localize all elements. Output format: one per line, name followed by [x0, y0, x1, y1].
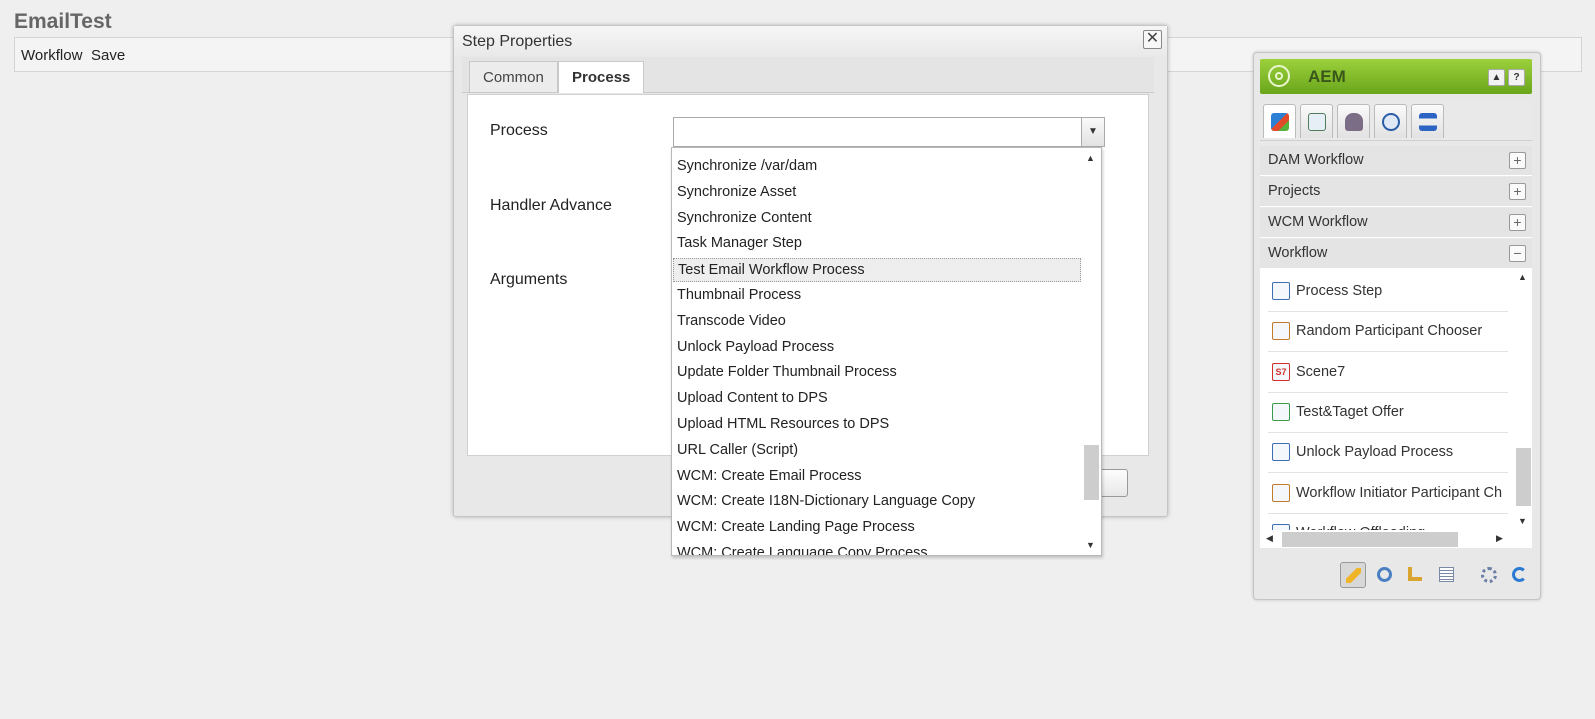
process-label: Process	[490, 122, 548, 139]
dropdown-option[interactable]: Update Folder Thumbnail Process	[673, 361, 1081, 385]
save-button[interactable]: Save	[91, 47, 125, 64]
expand-icon[interactable]: +	[1509, 214, 1526, 231]
dropdown-option[interactable]: WCM: Create Email Process	[673, 465, 1081, 489]
dropdown-option[interactable]: Upload Content to DPS	[673, 387, 1081, 411]
sidekick-tabbar	[1260, 100, 1532, 141]
dropdown-option[interactable]: Unlock Payload Process	[673, 336, 1081, 360]
vertical-scroll-thumb[interactable]	[1516, 448, 1531, 506]
component-item[interactable]: S7 Scene7	[1268, 353, 1508, 393]
dialog-title: Step Properties	[462, 33, 573, 50]
dropdown-option[interactable]: Upload HTML Resources to DPS	[673, 413, 1081, 437]
ruler-icon[interactable]	[1403, 562, 1429, 588]
dropdown-option[interactable]: Thumbnail Process	[673, 284, 1081, 308]
tab-process[interactable]: Process	[558, 61, 645, 93]
close-icon[interactable]: ✕	[1143, 30, 1162, 49]
tab-common[interactable]: Common	[469, 61, 558, 92]
component-item[interactable]: Test&Taget Offer	[1268, 393, 1508, 433]
page-title: EmailTest	[14, 10, 112, 33]
arguments-label: Arguments	[490, 271, 568, 288]
dropdown-option[interactable]: Synchronize Asset	[673, 181, 1081, 205]
process-dropdown-list: Synchronize /var/dam Synchronize Asset Syn…	[671, 147, 1102, 556]
dialog-header[interactable]: Step Properties ✕	[454, 26, 1167, 56]
workflow-icon	[1419, 113, 1437, 131]
dropdown-option[interactable]: URL Caller (Script)	[673, 439, 1081, 463]
component-vertical-scrollbar[interactable]: ▲ ▼	[1514, 268, 1532, 530]
aem-logo-icon	[1268, 65, 1290, 87]
page-tab[interactable]	[1300, 104, 1333, 138]
scroll-down-icon[interactable]: ▼	[1086, 540, 1095, 550]
participant-icon	[1272, 483, 1290, 502]
collapse-icon[interactable]: −	[1509, 245, 1526, 262]
scroll-left-icon[interactable]: ◀	[1266, 533, 1273, 544]
workflow-tab[interactable]	[1411, 104, 1444, 138]
properties-icon[interactable]	[1434, 562, 1460, 588]
dropdown-option[interactable]: Synchronize Content	[673, 207, 1081, 231]
dropdown-option[interactable]: Task Manager Step	[673, 232, 1081, 256]
component-label: Process Step	[1296, 283, 1383, 299]
sidekick-header[interactable]: AEM ▲ ?	[1260, 59, 1532, 94]
collapse-icon[interactable]: ▲	[1488, 69, 1505, 86]
category-label: Projects	[1268, 183, 1321, 199]
dropdown-option[interactable]: WCM: Create Language Copy Process	[673, 542, 1081, 555]
settings-gears-icon[interactable]	[1476, 562, 1502, 588]
workflow-menu[interactable]: Workflow	[21, 47, 82, 64]
component-horizontal-scrollbar[interactable]: ◀ ▶	[1260, 530, 1514, 548]
refresh-icon[interactable]	[1507, 562, 1533, 588]
scroll-down-icon[interactable]: ▼	[1518, 516, 1527, 526]
scene7-icon: S7	[1272, 362, 1290, 381]
component-label: Random Participant Chooser	[1296, 323, 1483, 340]
chevron-down-icon[interactable]: ▼	[1081, 118, 1104, 146]
category-label: Workflow	[1268, 245, 1328, 261]
versioning-tab[interactable]	[1374, 104, 1407, 138]
category-wcm-workflow[interactable]: WCM Workflow +	[1260, 208, 1532, 238]
search-magnifier-icon[interactable]	[1372, 562, 1398, 588]
component-list: Process Step Random Participant Chooser S7…	[1260, 268, 1532, 548]
dropdown-option[interactable]: Test Email Workflow Process	[673, 258, 1081, 283]
scroll-right-icon[interactable]: ▶	[1496, 533, 1503, 544]
aem-sidekick: AEM ▲ ? DAM Workflow + Projects + WCM Wo…	[1253, 52, 1541, 600]
dropdown-option[interactable]: Transcode Video	[673, 310, 1081, 334]
expand-icon[interactable]: +	[1509, 152, 1526, 169]
components-tab[interactable]	[1263, 104, 1296, 138]
process-step-icon	[1272, 282, 1290, 300]
lock-tab[interactable]	[1337, 104, 1370, 138]
expand-icon[interactable]: +	[1509, 183, 1526, 200]
lock-icon	[1345, 113, 1363, 131]
dropdown-scroll-thumb[interactable]	[1084, 445, 1099, 500]
target-offer-icon	[1272, 402, 1290, 421]
process-combobox[interactable]: ▼	[673, 117, 1105, 147]
component-item[interactable]: Unlock Payload Process	[1268, 433, 1508, 474]
category-dam-workflow[interactable]: DAM Workflow +	[1260, 146, 1532, 176]
component-item[interactable]: Random Participant Chooser	[1268, 312, 1508, 353]
horizontal-scroll-thumb[interactable]	[1282, 532, 1458, 547]
category-label: WCM Workflow	[1268, 214, 1368, 230]
edit-pencil-icon[interactable]	[1340, 562, 1366, 588]
dropdown-option[interactable]: WCM: Create I18N-Dictionary Language Cop…	[673, 490, 1081, 514]
dialog-tabbar: Common Process	[462, 57, 1154, 93]
component-item[interactable]: Workflow Initiator Participant Ch	[1268, 474, 1508, 514]
page-icon	[1308, 113, 1326, 131]
handler-advance-label: Handler Advance	[490, 197, 612, 214]
component-label: Test&Taget Offer	[1296, 403, 1404, 420]
category-projects[interactable]: Projects +	[1260, 177, 1532, 207]
component-label: Workflow Initiator Participant Ch	[1296, 484, 1503, 501]
category-workflow[interactable]: Workflow −	[1260, 239, 1532, 269]
versioning-icon	[1382, 113, 1400, 131]
category-label: DAM Workflow	[1268, 152, 1364, 168]
sidekick-bottom-toolbar	[1260, 558, 1532, 593]
help-icon[interactable]: ?	[1508, 69, 1525, 86]
components-icon	[1271, 113, 1289, 131]
component-label: Unlock Payload Process	[1296, 444, 1454, 461]
dropdown-option[interactable]: Synchronize /var/dam	[673, 155, 1081, 179]
dropdown-option[interactable]: WCM: Create Landing Page Process	[673, 516, 1081, 540]
scroll-up-icon[interactable]: ▲	[1086, 153, 1095, 163]
component-item[interactable]: Process Step	[1268, 272, 1508, 312]
sidekick-title: AEM	[1308, 67, 1346, 86]
scroll-up-icon[interactable]: ▲	[1518, 272, 1527, 282]
process-step-icon	[1272, 443, 1290, 462]
dropdown-scrollbar[interactable]: ▲ ▼	[1081, 148, 1101, 555]
component-label: Scene7	[1296, 363, 1346, 380]
participant-icon	[1272, 322, 1290, 341]
